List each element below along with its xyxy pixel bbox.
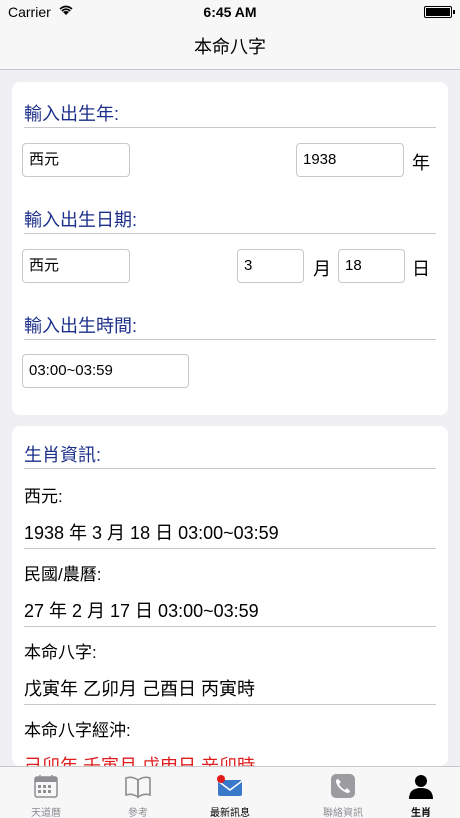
tab-bar: 天道曆 參考 最新訊息 聯絡資訊 生肖 <box>0 766 460 818</box>
info-heading: 生肖資訊: <box>24 445 102 465</box>
time-input[interactable]: 03:00~03:59 <box>22 354 189 388</box>
divider <box>24 339 436 340</box>
page-title: 本命八字 <box>194 37 266 57</box>
birth-input-card: 輸入出生年: 西元 1938 年 輸入出生日期: 西元 3 月 18 日 輸入出… <box>12 82 448 415</box>
bazi-value: 戊寅年 乙卯月 己酉日 丙寅時 <box>24 679 256 699</box>
western-date-label: 西元: <box>24 487 63 506</box>
calendar-icon <box>33 773 59 799</box>
navigation-bar: 本命八字 <box>0 24 460 70</box>
battery-icon <box>424 6 455 18</box>
month-input[interactable]: 3 <box>237 249 304 283</box>
lunar-date-value: 27 年 2 月 17 日 03:00~03:59 <box>24 601 259 621</box>
day-unit: 日 <box>412 259 430 279</box>
status-bar: Carrier 6:45 AM <box>0 0 460 24</box>
divider <box>24 233 436 234</box>
divider <box>24 127 436 128</box>
divider <box>24 626 436 627</box>
tab-label: 天道曆 <box>31 808 61 818</box>
tab-reference[interactable]: 參考 <box>92 767 184 818</box>
tab-calendar[interactable]: 天道曆 <box>0 767 92 818</box>
day-input[interactable]: 18 <box>338 249 405 283</box>
zodiac-info-card: 生肖資訊: 西元: 1938 年 3 月 18 日 03:00~03:59 民國… <box>12 426 448 766</box>
western-date-value: 1938 年 3 月 18 日 03:00~03:59 <box>24 523 279 543</box>
date-heading: 輸入出生日期: <box>24 210 138 230</box>
tab-zodiac[interactable]: 生肖 <box>375 767 460 818</box>
tab-news[interactable]: 最新訊息 <box>184 767 276 818</box>
divider <box>24 704 436 705</box>
tab-label: 參考 <box>128 808 148 818</box>
phone-icon <box>330 773 356 799</box>
month-unit: 月 <box>313 259 331 279</box>
tab-label: 最新訊息 <box>210 808 250 818</box>
tab-label: 生肖 <box>411 808 431 818</box>
mail-icon <box>217 773 243 799</box>
year-heading: 輸入出生年: <box>24 104 120 124</box>
year-era-field[interactable]: 西元 <box>22 143 130 177</box>
person-icon <box>408 773 434 799</box>
divider <box>24 548 436 549</box>
date-era-field[interactable]: 西元 <box>22 249 130 283</box>
status-time: 6:45 AM <box>203 4 257 20</box>
lunar-date-label: 民國/農曆: <box>24 565 102 584</box>
year-unit: 年 <box>412 153 430 173</box>
time-heading: 輸入出生時間: <box>24 316 138 336</box>
bazi-label: 本命八字: <box>24 643 97 662</box>
bazi-clash-value: 己卯年 壬寅月 戊申日 辛卯時 <box>24 756 256 766</box>
book-icon <box>125 773 151 799</box>
divider <box>24 468 436 469</box>
bazi-clash-label: 本命八字經沖: <box>24 721 131 740</box>
year-input[interactable]: 1938 <box>296 143 404 177</box>
